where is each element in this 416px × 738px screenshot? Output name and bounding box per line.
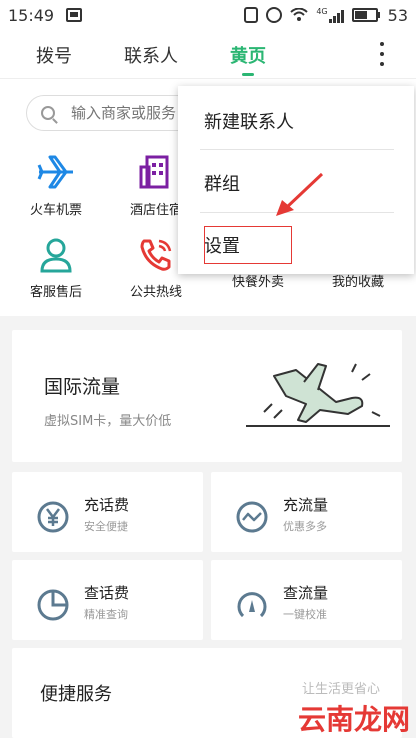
intl-card-subtitle: 虚拟SIM卡，量大价低 [44,414,172,429]
service-train-flight[interactable]: 火车机票 [6,153,106,218]
status-bar: 15:49 4G 53 [0,0,416,30]
card-title: 充话费 [84,496,130,514]
plane-illustration-icon [246,363,390,427]
vibrate-icon [244,7,259,23]
search-icon [41,106,55,120]
hotel-icon [139,155,169,189]
intl-card-title: 国际流量 [44,376,121,398]
card-subtitle: 让生活更省心 [301,682,380,697]
service-label: 火车机票 [29,203,82,218]
card-title: 充流量 [283,496,329,514]
battery-level: 53 [387,5,408,25]
airplane-icon [37,155,73,189]
person-icon [40,238,72,273]
card-subtitle: 精准查询 [84,608,128,621]
tab-yellow-pages[interactable]: 黄页 [230,42,266,76]
tab-contacts[interactable]: 联系人 [124,42,178,68]
service-label: 公共热线 [129,285,182,300]
annotation-highlight-box [204,226,292,264]
signal-icon: 4G [316,7,344,23]
wifi-icon [290,8,309,21]
tab-dialer[interactable]: 拨号 [36,42,72,68]
yen-icon [37,501,69,533]
card-title: 查话费 [84,584,130,602]
card-check-balance[interactable]: 查话费 精准查询 [12,560,203,640]
menu-item-groups[interactable]: 群组 [204,170,240,196]
phone-icon [140,239,172,271]
card-subtitle: 安全便捷 [84,520,128,533]
tab-bar: 拨号 联系人 黄页 [0,30,416,78]
card-subtitle: 一键校准 [283,608,327,621]
card-title: 便捷服务 [40,684,112,705]
battery-icon [351,8,380,22]
annotation-arrow-icon [276,172,324,216]
network-type: 4G [316,7,328,16]
intl-data-card[interactable]: 国际流量 虚拟SIM卡，量大价低 [12,330,402,462]
card-title: 查流量 [283,584,329,602]
menu-item-new-contact[interactable]: 新建联系人 [204,108,294,134]
service-label: 客服售后 [29,285,82,300]
card-recharge-phone[interactable]: 充话费 安全便捷 [12,472,203,552]
alarm-icon [266,7,283,23]
search-input[interactable] [71,104,191,122]
card-recharge-data[interactable]: 充流量 优惠多多 [211,472,402,552]
wave-icon [236,501,268,533]
pie-icon [37,589,69,621]
menu-divider [200,149,394,150]
card-check-data[interactable]: 查流量 一键校准 [211,560,402,640]
gauge-icon [237,592,267,618]
more-options-icon[interactable] [380,42,386,66]
watermark-logo: 云南龙网 [297,703,410,736]
status-icons: 4G 53 [244,6,408,25]
service-customer-support[interactable]: 客服售后 [6,237,106,300]
notification-icon [66,8,83,22]
status-time: 15:49 [8,5,55,25]
card-subtitle: 优惠多多 [283,520,327,533]
